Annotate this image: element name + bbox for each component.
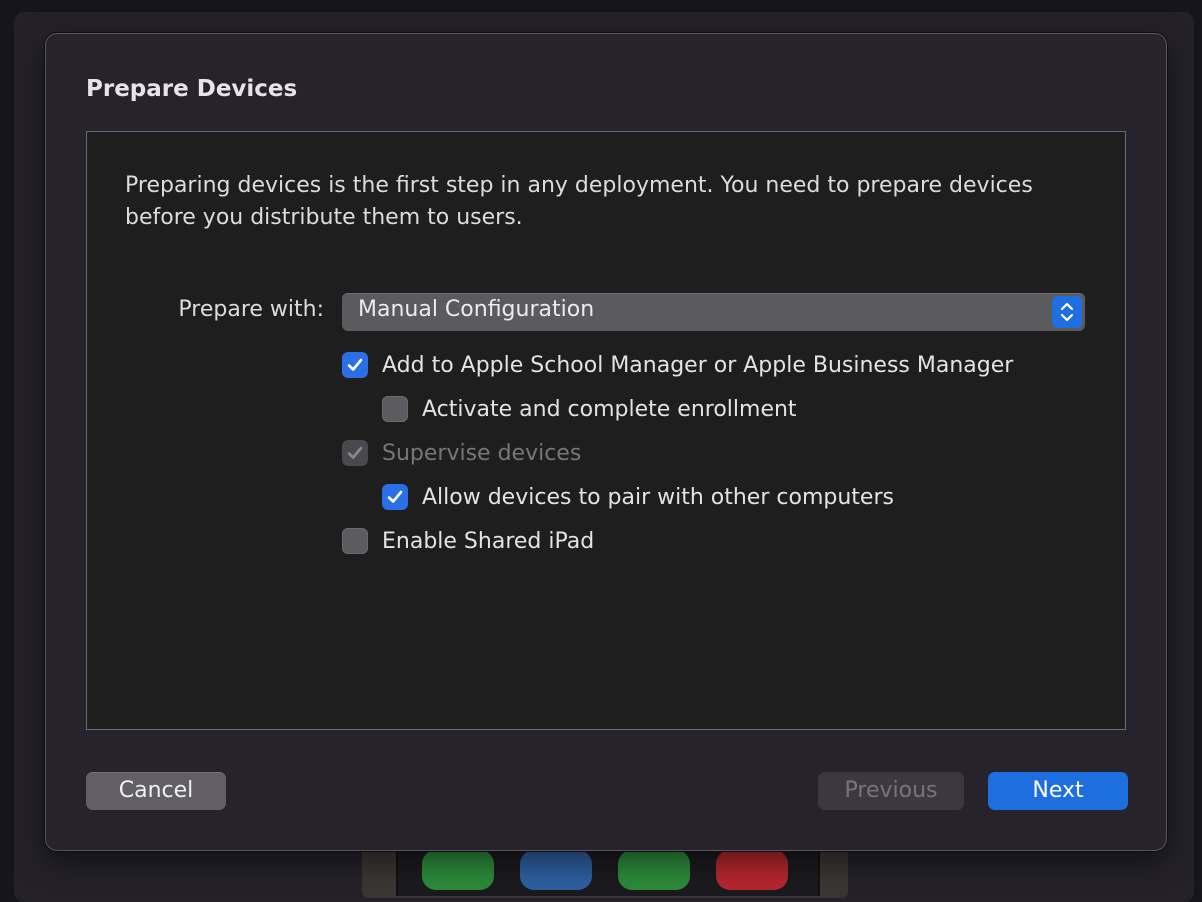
safari-app-icon [520,850,592,890]
phone-app-icon [422,850,494,890]
checkbox-supervise-devices [342,440,368,466]
option-label: Supervise devices [382,440,582,466]
prepare-with-label: Prepare with: [178,297,324,322]
sheet-title: Prepare Devices [86,76,298,102]
prepare-with-popup[interactable]: Manual Configuration [342,293,1085,331]
option-supervise-devices: Supervise devices [342,438,581,468]
cancel-button[interactable]: Cancel [86,772,226,810]
option-allow-pairing[interactable]: Allow devices to pair with other compute… [382,482,894,512]
music-app-icon [716,850,788,890]
messages-app-icon [618,850,690,890]
checkmark-icon [387,490,403,503]
prepare-devices-sheet: Prepare Devices Preparing devices is the… [45,33,1167,851]
checkmark-icon [347,358,363,371]
checkmark-icon [347,446,363,459]
previous-button: Previous [818,772,964,810]
option-shared-ipad[interactable]: Enable Shared iPad [342,526,594,556]
checkbox-add-to-asm-abm[interactable] [342,352,368,378]
option-activate-enrollment[interactable]: Activate and complete enrollment [382,394,797,424]
description-text: Preparing devices is the first step in a… [125,173,1033,230]
next-button[interactable]: Next [988,772,1128,810]
checkbox-shared-ipad[interactable] [342,528,368,554]
content-panel: Preparing devices is the first step in a… [86,131,1126,730]
prepare-with-value: Manual Configuration [358,297,595,322]
checkbox-activate-enrollment[interactable] [382,396,408,422]
option-label: Allow devices to pair with other compute… [422,484,894,510]
option-label: Enable Shared iPad [382,528,595,554]
option-label: Add to Apple School Manager or Apple Bus… [382,352,1014,378]
chevron-updown-icon [1052,296,1082,328]
option-label: Activate and complete enrollment [422,396,797,422]
option-add-to-asm-abm[interactable]: Add to Apple School Manager or Apple Bus… [342,350,1013,380]
checkbox-allow-pairing[interactable] [382,484,408,510]
